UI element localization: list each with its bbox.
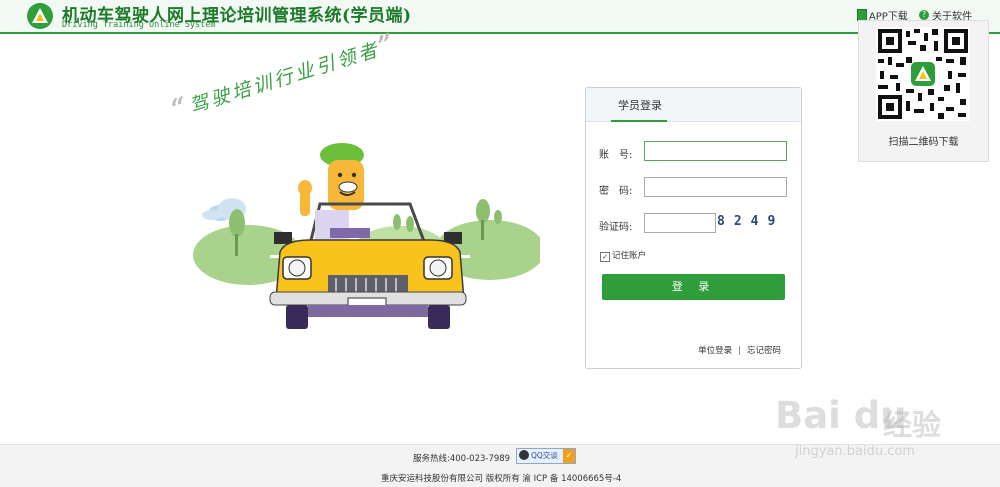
- qr-caption: 扫描二维码下载: [888, 137, 959, 148]
- captcha-image[interactable]: 8249: [717, 214, 789, 234]
- qr-download-panel: 扫描二维码下载: [858, 20, 989, 162]
- slogan-text: 驾驶培训行业引领者: [186, 38, 383, 118]
- chevron-down-icon: ✓: [563, 449, 575, 463]
- password-field[interactable]: [644, 177, 787, 197]
- car-driver-illustration: [193, 143, 540, 329]
- copyright: 重庆安运科技股份有限公司 版权所有 渝 ICP 备 14006665号-4: [381, 474, 622, 484]
- header: 机动车驾驶人网上理论培训管理系统(学员端) Driving Training O…: [0, 0, 1000, 34]
- login-panel: 学员登录 账 号: 密 码: 验证码: 8249 ✓ 记住账户 登 录 单位登录 |…: [585, 87, 802, 369]
- login-header: 学员登录: [586, 88, 801, 122]
- account-label: 账 号:: [599, 150, 633, 161]
- app-download-link[interactable]: APP下载: [856, 8, 908, 22]
- forgot-password-link[interactable]: 忘记密码: [747, 346, 781, 356]
- service-hotline: 服务热线:400-023-7989: [413, 454, 511, 464]
- page-subtitle: Driving Training Online System: [62, 20, 216, 30]
- qq-icon: [519, 450, 529, 460]
- unit-login-link[interactable]: 单位登录: [698, 346, 732, 356]
- baidu-watermark: Bai du 经验 jingyan.baidu.com: [765, 378, 985, 468]
- qq-chat-button[interactable]: QQ交谈 ✓: [516, 448, 576, 464]
- help-icon: ?: [919, 9, 929, 20]
- captcha-field[interactable]: [644, 213, 716, 233]
- watermark-cn: 经验: [883, 408, 942, 442]
- app-logo: [27, 3, 53, 29]
- slogan: “驾驶培训行业引领者”: [168, 28, 401, 125]
- tab-student-login[interactable]: 学员登录: [611, 97, 667, 122]
- about-software-link[interactable]: ? 关于软件: [919, 9, 972, 22]
- checkbox-icon[interactable]: ✓: [600, 252, 610, 262]
- login-button[interactable]: 登 录: [602, 274, 785, 300]
- link-separator: |: [738, 346, 741, 356]
- qr-code: [876, 27, 970, 121]
- watermark-url: jingyan.baidu.com: [795, 444, 915, 459]
- captcha-label: 验证码:: [599, 222, 633, 233]
- phone-icon: [856, 8, 867, 21]
- remember-account[interactable]: ✓ 记住账户: [600, 249, 646, 262]
- password-label: 密 码:: [599, 186, 633, 197]
- account-field[interactable]: [644, 141, 787, 161]
- login-links: 单位登录 | 忘记密码: [698, 344, 781, 356]
